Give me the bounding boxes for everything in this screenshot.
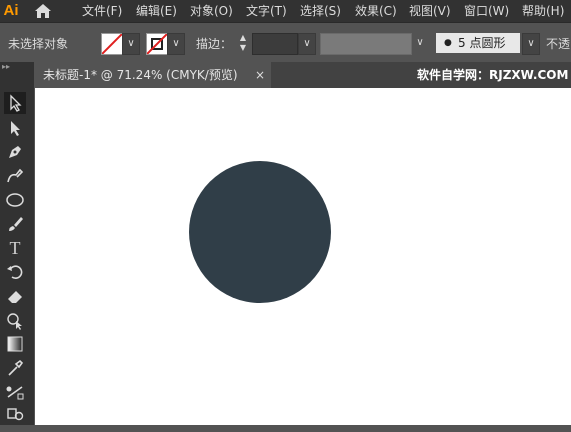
brush-definition[interactable]: ● 5 点圆形 <box>436 33 520 53</box>
document-tab[interactable]: 未标题-1* @ 71.24% (CMYK/预览) × <box>35 62 271 88</box>
shape-builder-tool-icon[interactable] <box>4 309 26 331</box>
document-tab-bar: 未标题-1* @ 71.24% (CMYK/预览) × 软件自学网：RJZXW.… <box>35 62 571 88</box>
menu-window[interactable]: 窗口(W) <box>464 0 509 22</box>
ellipse-tool-icon[interactable] <box>4 189 26 211</box>
stroke-weight-input[interactable] <box>252 33 298 55</box>
home-icon[interactable] <box>32 2 54 20</box>
stroke-label[interactable]: 描边： <box>196 35 232 52</box>
stroke-dropdown-chevron-icon[interactable]: ∨ <box>167 33 185 55</box>
brush-dropdown-chevron-icon[interactable]: ∨ <box>522 33 540 55</box>
fill-swatch[interactable] <box>101 33 123 55</box>
stroke-spinner-icon[interactable]: ▲ ▼ <box>236 33 250 55</box>
document-tab-title: 未标题-1* @ 71.24% (CMYK/预览) <box>43 68 238 82</box>
watermark-text: 软件自学网：RJZXW.COM <box>417 68 569 82</box>
menu-type[interactable]: 文字(T) <box>246 0 287 22</box>
gradient-tool-icon[interactable] <box>4 333 26 355</box>
menu-view[interactable]: 视图(V) <box>409 0 451 22</box>
menu-bar: Ai 文件(F) 编辑(E) 对象(O) 文字(T) 选择(S) 效果(C) 视… <box>0 0 571 22</box>
type-tool-icon[interactable]: T <box>4 237 26 259</box>
symbol-sprayer-tool-icon[interactable] <box>4 403 26 425</box>
opacity-label[interactable]: 不透 <box>546 35 570 52</box>
menu-help[interactable]: 帮助(H) <box>522 0 564 22</box>
fill-dropdown-chevron-icon[interactable]: ∨ <box>122 33 140 55</box>
selection-status: 未选择对象 <box>8 37 69 51</box>
menu-file[interactable]: 文件(F) <box>82 0 122 22</box>
stroke-weight-chevron-icon[interactable]: ∨ <box>298 33 316 55</box>
control-bar: 未选择对象 ∨ ∨ 描边： ▲ ▼ ∨ ∨ ● 5 点圆形 ∨ 不透 <box>0 22 571 63</box>
panel-grip-icon[interactable]: ▸▸ <box>0 62 36 72</box>
variable-width-profile[interactable] <box>320 33 412 55</box>
eyedropper-tool-icon[interactable] <box>4 357 26 379</box>
direct-selection-tool-icon[interactable] <box>4 117 26 139</box>
circle-shape[interactable] <box>189 161 331 303</box>
menu-edit[interactable]: 编辑(E) <box>136 0 177 22</box>
app-logo: Ai <box>3 2 19 19</box>
brush-label: 5 点圆形 <box>458 36 506 50</box>
eraser-tool-icon[interactable] <box>4 285 26 307</box>
brush-dot-icon: ● <box>444 38 452 48</box>
profile-chevron-icon[interactable]: ∨ <box>412 33 428 53</box>
menu-object[interactable]: 对象(O) <box>190 0 233 22</box>
curvature-tool-icon[interactable] <box>4 165 26 187</box>
rotate-tool-icon[interactable] <box>4 261 26 283</box>
artboard-canvas[interactable] <box>35 88 571 425</box>
blend-tool-icon[interactable] <box>4 381 26 403</box>
selection-tool-icon[interactable] <box>4 92 26 114</box>
menu-select[interactable]: 选择(S) <box>300 0 341 22</box>
paintbrush-tool-icon[interactable] <box>4 213 26 235</box>
stroke-swatch[interactable] <box>146 33 168 55</box>
pen-tool-icon[interactable] <box>4 141 26 163</box>
menu-effect[interactable]: 效果(C) <box>355 0 397 22</box>
close-tab-icon[interactable]: × <box>255 62 265 88</box>
